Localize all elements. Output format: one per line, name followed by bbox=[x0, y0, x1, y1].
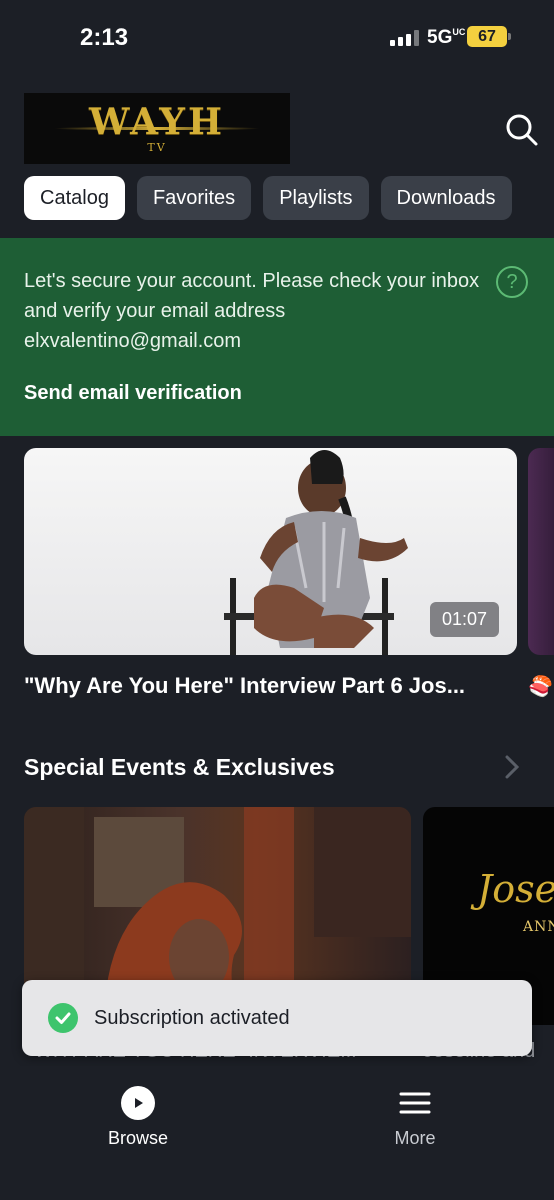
tab-catalog[interactable]: Catalog bbox=[24, 176, 125, 220]
nav-browse[interactable]: Browse bbox=[78, 1086, 198, 1149]
toast-message: Subscription activated bbox=[94, 1006, 290, 1029]
verify-email-banner: Let's secure your account. Please check … bbox=[0, 238, 554, 436]
nav-browse-label: Browse bbox=[107, 1128, 169, 1148]
network-indicator: 5GUC bbox=[427, 27, 466, 48]
check-circle-icon bbox=[48, 1003, 78, 1033]
battery-icon: 67 bbox=[467, 26, 511, 47]
next-title-emoji: 🍣 bbox=[528, 676, 553, 698]
status-bar: 2:13 5GUC 67 bbox=[0, 0, 554, 78]
next-video-card-peek[interactable] bbox=[528, 448, 554, 655]
nav-more-label: More bbox=[394, 1128, 436, 1148]
subscription-toast: Subscription activated bbox=[22, 980, 532, 1056]
tab-favorites[interactable]: Favorites bbox=[136, 176, 252, 220]
section-title[interactable]: Special Events & Exclusives bbox=[24, 754, 335, 781]
signal-icon bbox=[390, 30, 419, 46]
status-time: 2:13 bbox=[80, 24, 129, 51]
question-circle-icon[interactable]: ? bbox=[496, 266, 528, 298]
search-button[interactable] bbox=[502, 110, 542, 150]
tab-bar: Catalog Favorites Playlists Downloads bbox=[24, 176, 512, 220]
event-card-2-art-sub: ANN bbox=[523, 919, 554, 935]
app-logo: WAYH TV bbox=[24, 93, 290, 164]
tab-playlists[interactable]: Playlists bbox=[263, 176, 369, 220]
logo-text: WAYH bbox=[89, 100, 225, 143]
menu-icon bbox=[399, 1092, 431, 1114]
send-verification-button[interactable]: Send email verification bbox=[24, 382, 242, 405]
logo-swoosh bbox=[54, 127, 260, 130]
search-icon bbox=[506, 114, 538, 146]
featured-video-title[interactable]: "Why Are You Here" Interview Part 6 Jos.… bbox=[24, 673, 465, 699]
nav-more[interactable]: More bbox=[355, 1086, 475, 1149]
play-circle-icon bbox=[121, 1086, 155, 1120]
event-card-2-art-text: Josel bbox=[477, 867, 554, 911]
banner-message: Let's secure your account. Please check … bbox=[24, 270, 480, 352]
video-duration: 01:07 bbox=[429, 602, 499, 637]
featured-video-card[interactable]: 01:07 bbox=[24, 448, 517, 655]
bottom-nav: Browse More bbox=[0, 1066, 554, 1200]
tab-downloads[interactable]: Downloads bbox=[380, 176, 512, 220]
logo-subtext: TV bbox=[147, 140, 167, 154]
chevron-right-icon[interactable] bbox=[502, 754, 522, 785]
